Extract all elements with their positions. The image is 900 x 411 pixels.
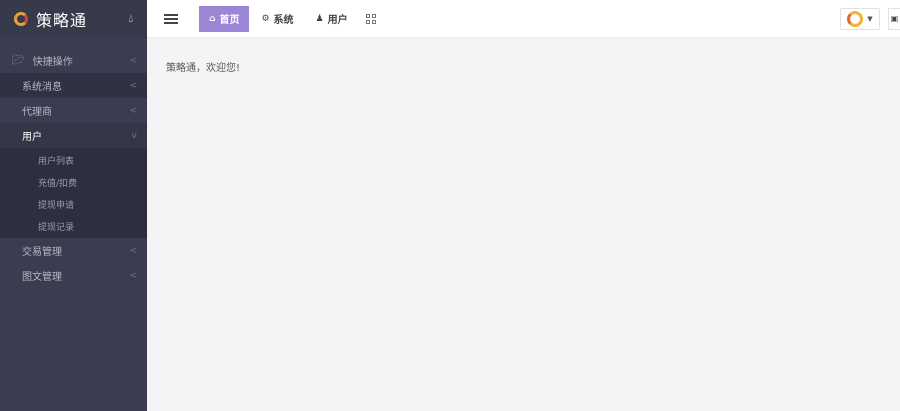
submenu-item-recharge-deduct[interactable]: 充值/扣费 bbox=[0, 171, 147, 193]
brand-logo bbox=[14, 12, 28, 26]
sidebar-item-users[interactable]: 用户 v bbox=[0, 123, 147, 148]
submenu-item-withdraw-request[interactable]: 提现申请 bbox=[0, 193, 147, 215]
sidebar-item-label: 系统消息 bbox=[22, 82, 62, 93]
tab-label: 首页 bbox=[219, 15, 240, 26]
chevron-left-icon: < bbox=[129, 55, 137, 66]
gear-icon: ⚙ bbox=[261, 13, 270, 24]
chevron-left-icon: < bbox=[129, 245, 137, 256]
sidebar-item-quick-actions[interactable]: 📂︎ 快捷操作 < bbox=[0, 48, 147, 73]
sidebar-item-label: 快捷操作 bbox=[32, 57, 73, 68]
sidebar-item-label: 代理商 bbox=[22, 107, 52, 118]
user-icon: ♟ bbox=[315, 13, 324, 24]
tab-home[interactable]: ⌂ 首页 bbox=[199, 5, 250, 32]
chevron-left-icon: < bbox=[129, 105, 137, 116]
submenu-item-withdraw-records[interactable]: 提现记录 bbox=[0, 215, 147, 237]
sidebar-item-trade-management[interactable]: 交易管理 < bbox=[0, 238, 147, 263]
tab-label: 系统 bbox=[273, 15, 294, 26]
chevron-left-icon: < bbox=[129, 270, 137, 281]
menu-toggle-icon[interactable] bbox=[164, 13, 178, 24]
main-content: 策略通，欢迎您! bbox=[147, 39, 900, 411]
user-dropdown[interactable]: ▼ bbox=[840, 7, 880, 30]
brand-bar: 策略通 💧︎ bbox=[0, 0, 147, 38]
sidebar-item-label: 图文管理 bbox=[22, 272, 62, 283]
sidebar-item-system-messages[interactable]: 系统消息 < bbox=[0, 73, 147, 98]
topbar-right: ▼ ▣ bbox=[840, 7, 900, 30]
sidebar-item-content-management[interactable]: 图文管理 < bbox=[0, 263, 147, 288]
caret-down-icon: ▼ bbox=[867, 14, 873, 23]
topbar: ⌂ 首页 ⚙ 系统 ♟ 用户 ▼ ▣ bbox=[147, 0, 900, 38]
droplet-icon[interactable]: 💧︎ bbox=[129, 12, 133, 26]
sidebar-menu: 📂︎ 快捷操作 < 系统消息 < 代理商 < 用户 v 用户列表 充值/扣费 提… bbox=[0, 38, 147, 288]
chevron-down-icon: v bbox=[131, 130, 137, 141]
welcome-text: 策略通，欢迎您! bbox=[166, 63, 241, 74]
sidebar-item-label: 交易管理 bbox=[22, 247, 62, 258]
folder-open-icon: 📂︎ bbox=[12, 55, 25, 66]
tab-user[interactable]: ♟ 用户 bbox=[306, 6, 358, 32]
users-submenu: 用户列表 充值/扣费 提现申请 提现记录 bbox=[0, 148, 147, 238]
brand-title: 策略通 bbox=[36, 11, 88, 30]
home-icon: ⌂ bbox=[209, 13, 216, 24]
submenu-item-user-list[interactable]: 用户列表 bbox=[0, 149, 147, 171]
lock-icon[interactable]: ▣ bbox=[888, 7, 900, 30]
sidebar-item-label: 用户 bbox=[22, 132, 42, 143]
chevron-left-icon: < bbox=[129, 80, 137, 91]
tab-label: 用户 bbox=[327, 15, 348, 26]
tab-system[interactable]: ⚙ 系统 bbox=[251, 6, 303, 32]
grid-icon[interactable] bbox=[365, 13, 376, 24]
avatar bbox=[847, 10, 864, 27]
sidebar: 策略通 💧︎ 📂︎ 快捷操作 < 系统消息 < 代理商 < 用户 v 用户列表 … bbox=[0, 0, 147, 411]
sidebar-item-agents[interactable]: 代理商 < bbox=[0, 98, 147, 123]
